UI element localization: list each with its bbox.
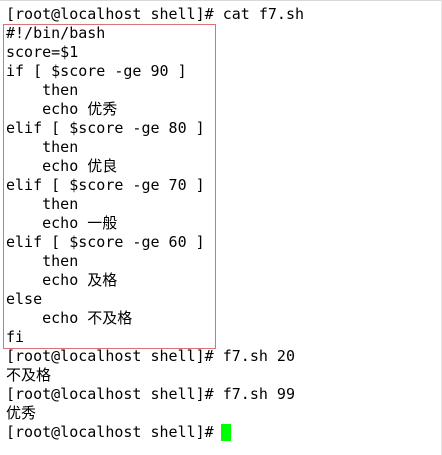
terminal-window[interactable]: [root@localhost shell]# cat f7.sh #!/bin… [0,0,442,455]
script-line-shebang: #!/bin/bash [6,24,106,42]
script-line-then-1: then [6,81,79,99]
script-line-echo-2: echo 优良 [6,157,118,175]
script-line-echo-4: echo 及格 [6,271,118,289]
script-line-echo-1: echo 优秀 [6,100,118,118]
script-line-score-assignment: score=$1 [6,43,79,61]
script-line-then-3: then [6,195,79,213]
script-line-elif-80: elif [ $score -ge 80 ] [6,119,205,137]
terminal-current-prompt: [root@localhost shell]# [6,423,223,441]
script-line-echo-else: echo 不及格 [6,309,133,327]
script-line-else: else [6,290,43,308]
script-line-echo-3: echo 一般 [6,214,118,232]
terminal-line-command-cat: [root@localhost shell]# cat f7.sh [6,5,305,23]
terminal-cursor[interactable] [221,424,231,441]
terminal-output-99: 优秀 [6,404,37,422]
script-line-elif-70: elif [ $score -ge 70 ] [6,176,205,194]
script-line-if-90: if [ $score -ge 90 ] [6,62,187,80]
terminal-line-command-run-20: [root@localhost shell]# f7.sh 20 [6,347,295,365]
script-line-fi: fi [6,328,25,346]
script-line-then-4: then [6,252,79,270]
terminal-line-command-run-99: [root@localhost shell]# f7.sh 99 [6,385,295,403]
terminal-output-20: 不及格 [6,366,52,384]
script-line-then-2: then [6,138,79,156]
script-line-elif-60: elif [ $score -ge 60 ] [6,233,205,251]
terminal-top-border [0,0,442,1]
